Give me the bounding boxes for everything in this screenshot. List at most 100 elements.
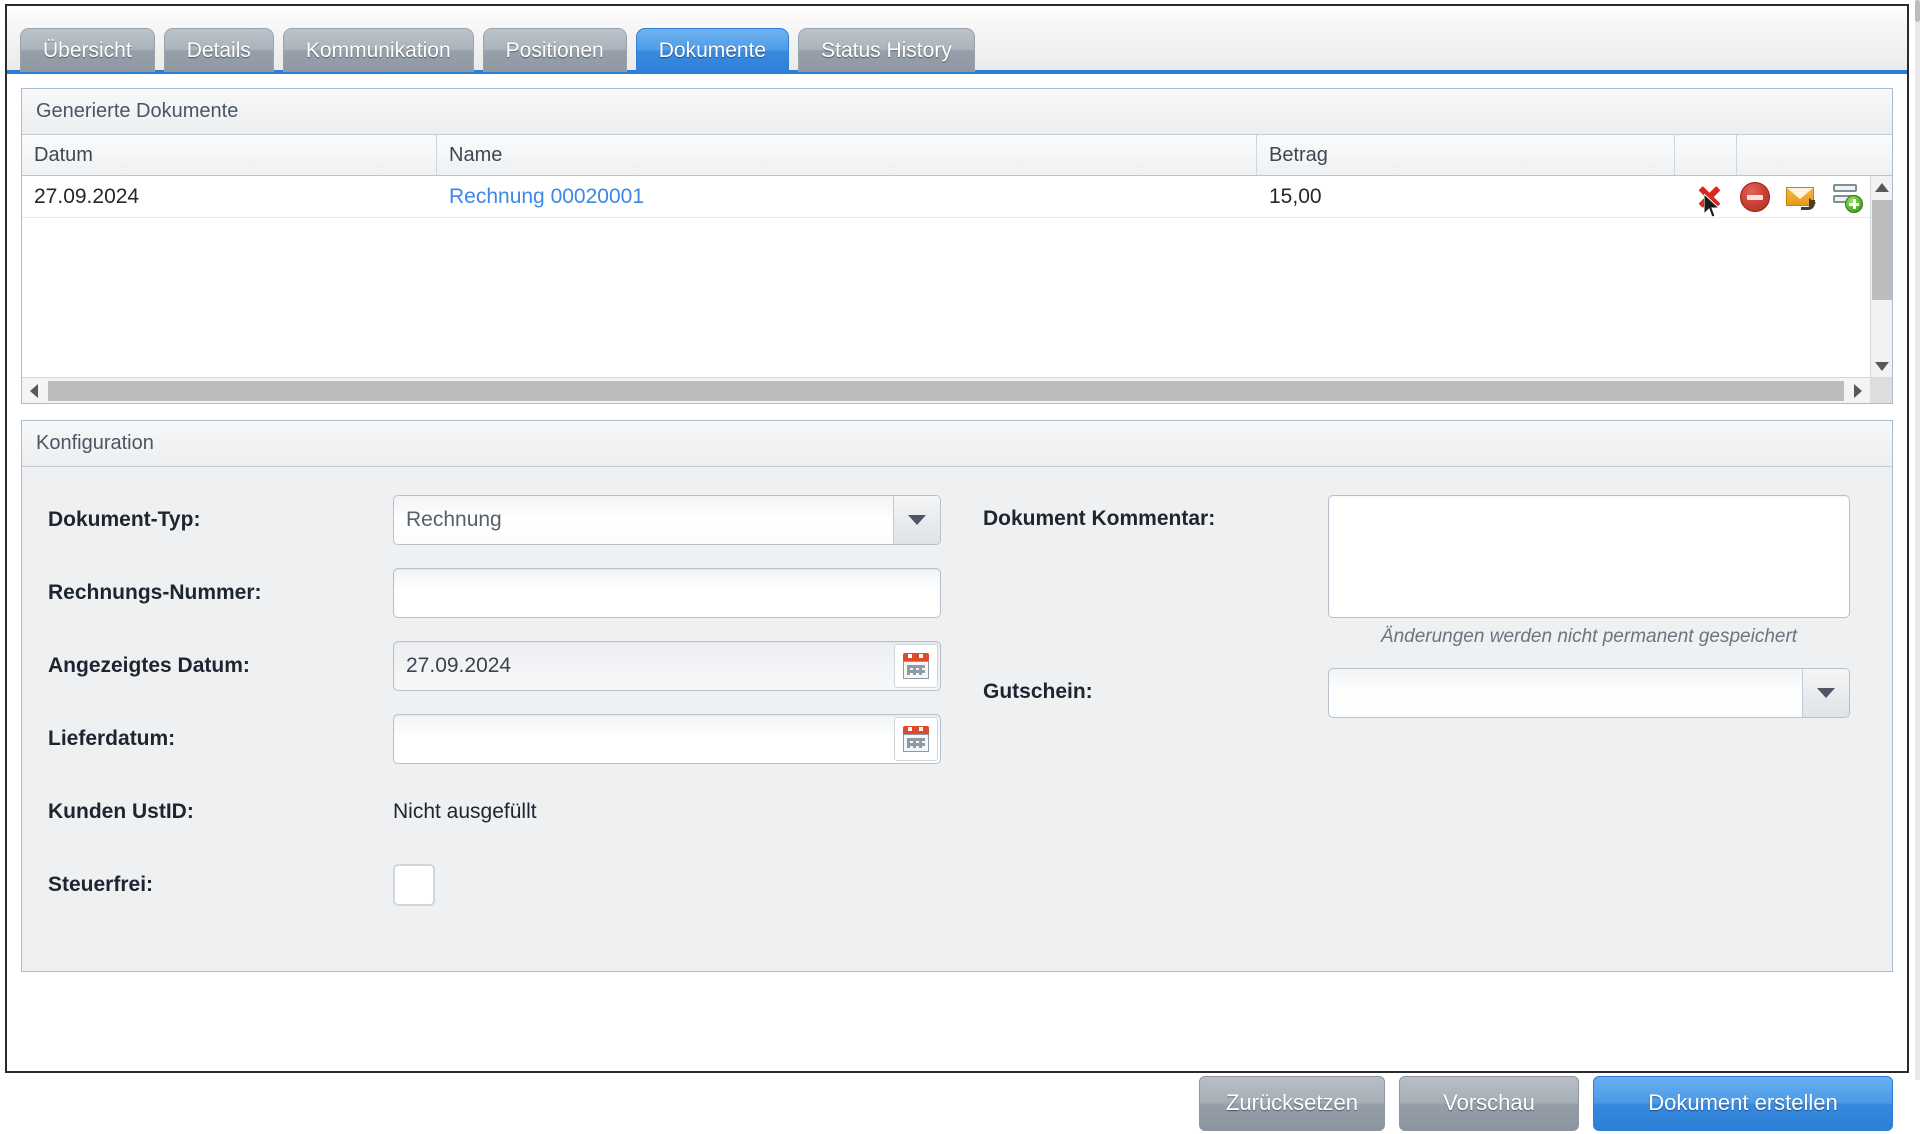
tab-label: Status History	[821, 38, 952, 62]
calendar-top	[903, 653, 929, 661]
add-record-icon[interactable]	[1832, 182, 1863, 213]
rechnungs-nummer-label: Rechnungs-Nummer:	[48, 581, 262, 604]
field-row-dokument-typ: Dokument-Typ: Rechnung	[48, 495, 983, 545]
configuration-left-column: Dokument-Typ: Rechnung Rechnungs-Nummer:	[48, 495, 983, 933]
configuration-columns: Dokument-Typ: Rechnung Rechnungs-Nummer:	[48, 495, 1866, 933]
preview-button[interactable]: Vorschau	[1399, 1075, 1579, 1131]
cancel-circle-icon[interactable]	[1740, 181, 1770, 212]
dokument-typ-value: Rechnung	[406, 508, 502, 531]
gutschein-label: Gutschein:	[983, 680, 1093, 703]
delete-x-icon[interactable]	[1694, 182, 1724, 212]
cell-value: 27.09.2024	[34, 184, 140, 208]
field-row-rechnungs-nummer: Rechnungs-Nummer:	[48, 568, 983, 618]
column-header-actions-1	[1675, 135, 1737, 175]
column-header-datum[interactable]: Datum	[22, 135, 437, 175]
field-row-steuerfrei: Steuerfrei:	[48, 860, 983, 910]
scroll-down-button[interactable]	[1871, 355, 1892, 377]
document-link[interactable]: Rechnung 00020001	[449, 185, 644, 209]
angezeigtes-datum-value: 27.09.2024	[406, 654, 512, 677]
kunden-ustid-label: Kunden UstID:	[48, 800, 194, 823]
tab-kommunikation[interactable]: Kommunikation	[282, 28, 474, 72]
column-header-name[interactable]: Name	[437, 135, 1257, 175]
dokument-kommentar-label: Dokument Kommentar:	[983, 507, 1216, 530]
footer-button-bar: Zurücksetzen Vorschau Dokument erstellen	[21, 1072, 1893, 1134]
reset-button[interactable]: Zurücksetzen	[1198, 1075, 1385, 1131]
chevron-down-icon[interactable]	[1802, 669, 1849, 717]
cell-betrag: 15,00	[1257, 176, 1675, 217]
horizontal-scroll-thumb[interactable]	[48, 380, 1844, 401]
page-scrollbar-thumb[interactable]	[1915, 0, 1920, 22]
grid-vertical-scrollbar[interactable]	[1870, 176, 1892, 377]
reset-button-label: Zurücksetzen	[1225, 1090, 1358, 1115]
lieferdatum-label: Lieferdatum:	[48, 727, 176, 750]
field-row-lieferdatum: Lieferdatum:	[48, 714, 983, 764]
field-row-gutschein: Gutschein:	[983, 668, 1866, 718]
configuration-header: Konfiguration	[22, 421, 1892, 467]
gutschein-dropdown[interactable]	[1328, 668, 1850, 718]
calendar-icon[interactable]	[894, 717, 938, 761]
grid-body: 27.09.2024 Rechnung 00020001 15,00	[22, 176, 1870, 377]
tab-positionen[interactable]: Positionen	[482, 28, 627, 72]
calendar-glyph	[903, 726, 929, 752]
rechnungs-nummer-input[interactable]	[393, 568, 941, 618]
generated-documents-header: Generierte Dokumente	[22, 89, 1892, 135]
grid-header-row: Datum Name Betrag	[22, 135, 1892, 176]
column-header-betrag[interactable]: Betrag	[1257, 135, 1675, 175]
dokument-typ-label: Dokument-Typ:	[48, 508, 201, 531]
calendar-body	[903, 734, 929, 752]
dokument-typ-dropdown[interactable]: Rechnung	[393, 495, 941, 545]
tab-uebersicht[interactable]: Übersicht	[20, 28, 155, 72]
dokument-kommentar-textarea[interactable]	[1328, 495, 1850, 618]
steuerfrei-checkbox[interactable]	[393, 864, 435, 906]
configuration-body: Dokument-Typ: Rechnung Rechnungs-Nummer:	[22, 467, 1892, 971]
tab-bar: Übersicht Details Kommunikation Position…	[7, 6, 1907, 74]
tab-label: Positionen	[505, 38, 604, 62]
tab-label: Übersicht	[43, 38, 132, 62]
tab-status-history[interactable]: Status History	[798, 28, 975, 72]
row-action-buttons	[1694, 176, 1863, 217]
table-row[interactable]: 27.09.2024 Rechnung 00020001 15,00	[22, 176, 1870, 218]
tab-details[interactable]: Details	[163, 28, 274, 72]
content-area: Generierte Dokumente Datum Name Betrag 2…	[7, 74, 1907, 1131]
application-window: Übersicht Details Kommunikation Position…	[5, 4, 1909, 1131]
cell-name: Rechnung 00020001	[437, 176, 1257, 217]
column-header-label: Name	[449, 143, 503, 166]
calendar-glyph	[903, 653, 929, 679]
column-header-label: Betrag	[1269, 143, 1328, 166]
scroll-left-button[interactable]	[22, 379, 46, 403]
tab-dokumente[interactable]: Dokumente	[635, 28, 790, 72]
tab-label: Details	[186, 38, 251, 62]
tab-label: Dokumente	[658, 38, 767, 62]
mail-forward-icon[interactable]	[1786, 182, 1816, 212]
angezeigtes-datum-input[interactable]: 27.09.2024	[393, 641, 941, 691]
documents-grid: Datum Name Betrag 27.09.2024 Rechnung 00…	[22, 135, 1892, 403]
column-header-label: Datum	[34, 143, 93, 166]
dokument-kommentar-group: Änderungen werden nicht permanent gespei…	[1328, 495, 1850, 648]
lieferdatum-input[interactable]	[393, 714, 941, 764]
create-document-button-label: Dokument erstellen	[1648, 1090, 1838, 1115]
tab-label: Kommunikation	[305, 38, 451, 62]
scroll-up-button[interactable]	[1871, 176, 1892, 198]
vertical-scroll-thumb[interactable]	[1872, 200, 1892, 300]
calendar-body	[903, 661, 929, 679]
generated-documents-panel: Generierte Dokumente Datum Name Betrag 2…	[21, 88, 1893, 404]
scrollbar-corner	[1870, 377, 1892, 403]
preview-button-label: Vorschau	[1443, 1090, 1535, 1115]
grid-horizontal-scrollbar[interactable]	[22, 377, 1870, 403]
field-row-dokument-kommentar: Dokument Kommentar: Änderungen werden ni…	[983, 495, 1866, 648]
angezeigtes-datum-label: Angezeigtes Datum:	[48, 654, 250, 677]
calendar-top	[903, 726, 929, 734]
create-document-button[interactable]: Dokument erstellen	[1593, 1075, 1893, 1131]
forward-arrow	[1801, 197, 1816, 210]
scroll-down-wrapper	[1871, 355, 1892, 377]
calendar-icon[interactable]	[894, 644, 938, 688]
scroll-right-button[interactable]	[1846, 379, 1870, 403]
field-row-kunden-ustid: Kunden UstID: Nicht ausgefüllt	[48, 787, 983, 837]
green-plus-badge	[1845, 194, 1863, 213]
page-scrollbar[interactable]	[1915, 0, 1920, 1080]
kunden-ustid-value: Nicht ausgefüllt	[393, 800, 537, 823]
cell-datum: 27.09.2024	[22, 176, 437, 217]
chevron-down-icon[interactable]	[893, 496, 940, 544]
record-bar	[1833, 183, 1857, 192]
generated-documents-title: Generierte Dokumente	[36, 100, 239, 122]
